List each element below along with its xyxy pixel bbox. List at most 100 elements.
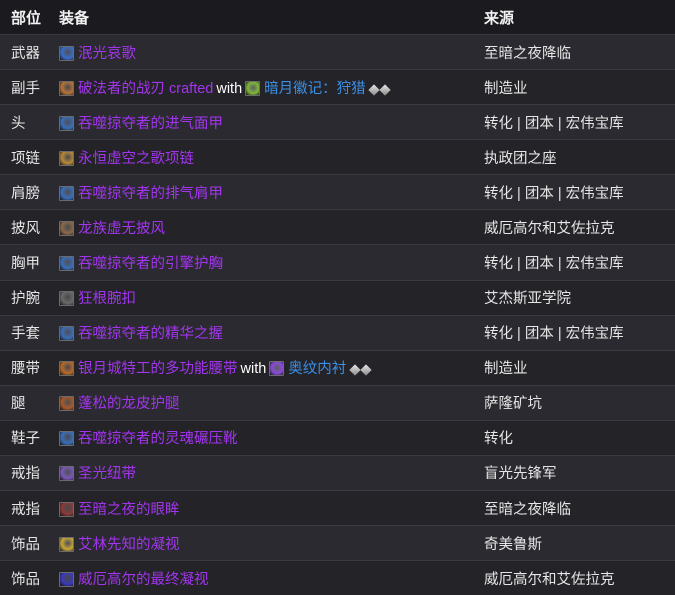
gem-sockets	[349, 362, 372, 378]
boots-icon[interactable]	[59, 431, 74, 447]
seal-icon[interactable]	[245, 80, 261, 96]
table-row: 饰品 威厄高尔的最终凝视 威厄高尔和艾佐拉克	[0, 560, 675, 595]
table-row: 护腕 狂根腕扣 艾杰斯亚学院	[0, 280, 675, 316]
source-cell: 奇美鲁斯	[474, 525, 675, 562]
with-label: with	[216, 80, 243, 97]
table-row: 腿 蓬松的龙皮护腿 萨隆矿坑	[0, 385, 675, 421]
item-cell: 龙族虚无披风	[49, 209, 474, 246]
source-cell: 转化 | 团本 | 宏伟宝库	[474, 315, 675, 351]
trinket-icon[interactable]	[59, 536, 74, 552]
item-link[interactable]: 蓬松的龙皮护腿	[78, 396, 180, 412]
bracer-icon[interactable]	[59, 291, 74, 307]
table-row: 手套 吞噬掠夺者的精华之握 转化 | 团本 | 宏伟宝库	[0, 315, 675, 351]
table-row: 肩膀 吞噬掠夺者的排气肩甲 转化 | 团本 | 宏伟宝库	[0, 174, 675, 211]
item-cell: 破法者的战刃 crafted with 暗月徽记：狩猎	[49, 69, 474, 106]
item-link[interactable]: 吞噬掠夺者的排气肩甲	[78, 186, 223, 202]
legs-icon[interactable]	[59, 396, 74, 412]
ring-icon[interactable]	[59, 501, 74, 517]
item-link[interactable]: 狂根腕扣	[78, 291, 136, 307]
table-row: 副手 破法者的战刃 crafted with 暗月徽记：狩猎 制造业	[0, 69, 675, 106]
slot-cell: 护腕	[0, 280, 49, 316]
item-link[interactable]: 龙族虚无披风	[78, 221, 165, 237]
table-header-row: 部位 装备 来源	[0, 0, 675, 35]
gem-sockets	[368, 82, 391, 98]
item-link[interactable]: 至暗之夜的眼眸	[78, 502, 180, 518]
slot-cell: 肩膀	[0, 174, 49, 211]
source-cell: 转化 | 团本 | 宏伟宝库	[474, 104, 675, 141]
source-cell: 转化	[474, 420, 675, 456]
item-cell: 圣光纽带	[49, 455, 474, 492]
table-row: 戒指 圣光纽带 盲光先锋军	[0, 455, 675, 492]
shoulder-icon[interactable]	[59, 185, 74, 201]
item-link[interactable]: 威厄高尔的最终凝视	[78, 572, 209, 588]
header-source: 来源	[474, 0, 675, 35]
with-label: with	[240, 361, 267, 378]
table-row: 饰品 艾林先知的凝视 奇美鲁斯	[0, 525, 675, 562]
slot-cell: 副手	[0, 69, 49, 106]
item-link[interactable]: 吞噬掠夺者的精华之握	[78, 326, 223, 342]
weapon-icon[interactable]	[59, 45, 74, 61]
enchant-link[interactable]: 奥纹内衬	[288, 361, 346, 377]
gem-icon[interactable]	[349, 364, 361, 376]
item-link[interactable]: 吞噬掠夺者的引擎护胸	[78, 256, 223, 272]
item-link[interactable]: 圣光纽带	[78, 466, 136, 482]
slot-cell: 披风	[0, 209, 49, 246]
slot-cell: 饰品	[0, 560, 49, 595]
source-cell: 萨隆矿坑	[474, 385, 675, 421]
item-cell: 永恒虚空之歌项链	[49, 139, 474, 176]
item-cell: 艾林先知的凝视	[49, 525, 474, 562]
item-cell: 至暗之夜的眼眸	[49, 490, 474, 527]
item-link[interactable]: 破法者的战刃 crafted	[78, 81, 213, 97]
slot-cell: 腰带	[0, 350, 49, 386]
item-link[interactable]: 泯光哀歌	[78, 46, 136, 62]
source-cell: 至暗之夜降临	[474, 490, 675, 527]
table-row: 戒指 至暗之夜的眼眸 至暗之夜降临	[0, 490, 675, 527]
gem-icon[interactable]	[360, 364, 372, 376]
chest-icon[interactable]	[59, 256, 74, 271]
gem-icon[interactable]	[379, 83, 391, 96]
slot-cell: 手套	[0, 315, 49, 351]
slot-cell: 戒指	[0, 490, 49, 527]
table-row: 胸甲 吞噬掠夺者的引擎护胸 转化 | 团本 | 宏伟宝库	[0, 244, 675, 281]
gloves-icon[interactable]	[59, 326, 74, 342]
slot-cell: 戒指	[0, 455, 49, 492]
cloak-icon[interactable]	[59, 220, 74, 236]
item-link[interactable]: 吞噬掠夺者的进气面甲	[78, 116, 223, 132]
helm-icon[interactable]	[59, 115, 74, 131]
item-link[interactable]: 永恒虚空之歌项链	[78, 151, 194, 167]
source-cell: 威厄高尔和艾佐拉克	[474, 209, 675, 246]
slot-cell: 武器	[0, 34, 49, 71]
header-item: 装备	[49, 0, 474, 35]
item-link[interactable]: 银月城特工的多功能腰带	[78, 361, 238, 377]
item-link[interactable]: 吞噬掠夺者的灵魂碾压靴	[78, 431, 238, 447]
source-cell: 盲光先锋军	[474, 455, 675, 492]
source-cell: 转化 | 团本 | 宏伟宝库	[474, 174, 675, 211]
header-slot: 部位	[0, 0, 49, 35]
item-cell: 吞噬掠夺者的进气面甲	[49, 104, 474, 141]
gear-table-body: 武器 泯光哀歌 至暗之夜降临 副手 破法者的战刃 crafted with 暗月徽记：狩猎制…	[0, 34, 675, 595]
slot-cell: 饰品	[0, 525, 49, 562]
item-cell: 蓬松的龙皮护腿	[49, 385, 474, 421]
item-cell: 狂根腕扣	[49, 280, 474, 316]
slot-cell: 鞋子	[0, 420, 49, 456]
source-cell: 执政团之座	[474, 139, 675, 176]
item-cell: 吞噬掠夺者的排气肩甲	[49, 174, 474, 211]
item-link[interactable]: 艾林先知的凝视	[78, 537, 180, 553]
ring-icon[interactable]	[59, 466, 74, 482]
belt-icon[interactable]	[59, 361, 74, 377]
table-row: 项链 永恒虚空之歌项链 执政团之座	[0, 139, 675, 176]
enchant-link[interactable]: 暗月徽记：狩猎	[264, 81, 366, 97]
eye-icon[interactable]	[59, 571, 74, 587]
source-cell: 转化 | 团本 | 宏伟宝库	[474, 244, 675, 281]
glaive-icon[interactable]	[59, 80, 74, 96]
table-row: 头 吞噬掠夺者的进气面甲 转化 | 团本 | 宏伟宝库	[0, 104, 675, 141]
necklace-icon[interactable]	[59, 150, 74, 166]
table-row: 鞋子 吞噬掠夺者的灵魂碾压靴 转化	[0, 420, 675, 456]
source-cell: 制造业	[474, 350, 675, 386]
arcane-icon[interactable]	[269, 361, 285, 377]
item-cell: 吞噬掠夺者的灵魂碾压靴	[49, 420, 474, 456]
source-cell: 艾杰斯亚学院	[474, 280, 675, 316]
item-cell: 银月城特工的多功能腰带 with 奥纹内衬	[49, 350, 474, 386]
source-cell: 威厄高尔和艾佐拉克	[474, 560, 675, 595]
source-cell: 制造业	[474, 69, 675, 106]
